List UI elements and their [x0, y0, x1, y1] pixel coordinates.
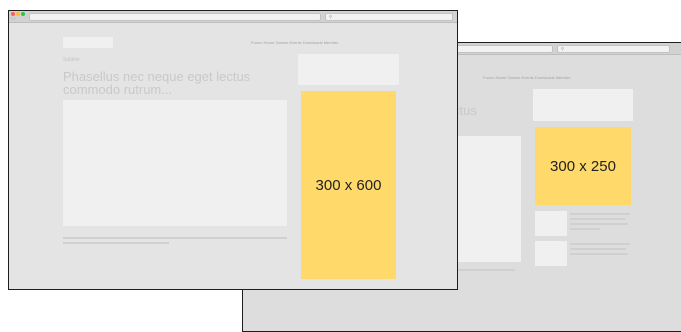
- search-icon: ⚲: [561, 46, 564, 51]
- search-bar[interactable]: ⚲: [325, 13, 453, 21]
- header-slot-placeholder: [533, 89, 633, 121]
- text-line: [570, 228, 600, 230]
- text-line: [570, 223, 628, 225]
- top-nav-front: Forum Home Games Events Downloads Member: [251, 40, 339, 45]
- text-line: [570, 213, 630, 215]
- text-line: [570, 218, 625, 220]
- search-bar[interactable]: ⚲: [557, 45, 670, 53]
- content-placeholder: [63, 100, 287, 226]
- logo-placeholder: [63, 37, 113, 48]
- address-bar[interactable]: [29, 13, 321, 21]
- text-line: [570, 248, 626, 250]
- text-line: [63, 237, 287, 239]
- top-nav-back: Forum Home Games Events Downloads Member: [483, 75, 571, 80]
- minimize-dot-icon[interactable]: [16, 12, 20, 16]
- search-icon: ⚲: [329, 14, 332, 19]
- thumb-placeholder-2: [535, 241, 567, 266]
- thumb-placeholder-1: [535, 211, 567, 236]
- text-line: [570, 253, 628, 255]
- headline: Phasellus nec neque eget lectus commodo …: [63, 69, 251, 97]
- ad-300x600: 300 x 600: [301, 91, 396, 279]
- browser-window-front: ‹ › ⚲ Forum Home Games Events Downloads …: [8, 10, 458, 290]
- text-line: [570, 243, 630, 245]
- maximize-dot-icon[interactable]: [21, 12, 25, 16]
- text-line: [455, 269, 515, 271]
- ad-300x250: 300 x 250: [535, 127, 631, 205]
- back-forward-arrows-icon[interactable]: ‹ ›: [11, 17, 16, 22]
- browser-chrome-front: ‹ › ⚲: [9, 11, 457, 23]
- header-slot-placeholder: [298, 54, 399, 85]
- eyebrow: Subtitle: [63, 57, 80, 63]
- text-line: [63, 242, 169, 244]
